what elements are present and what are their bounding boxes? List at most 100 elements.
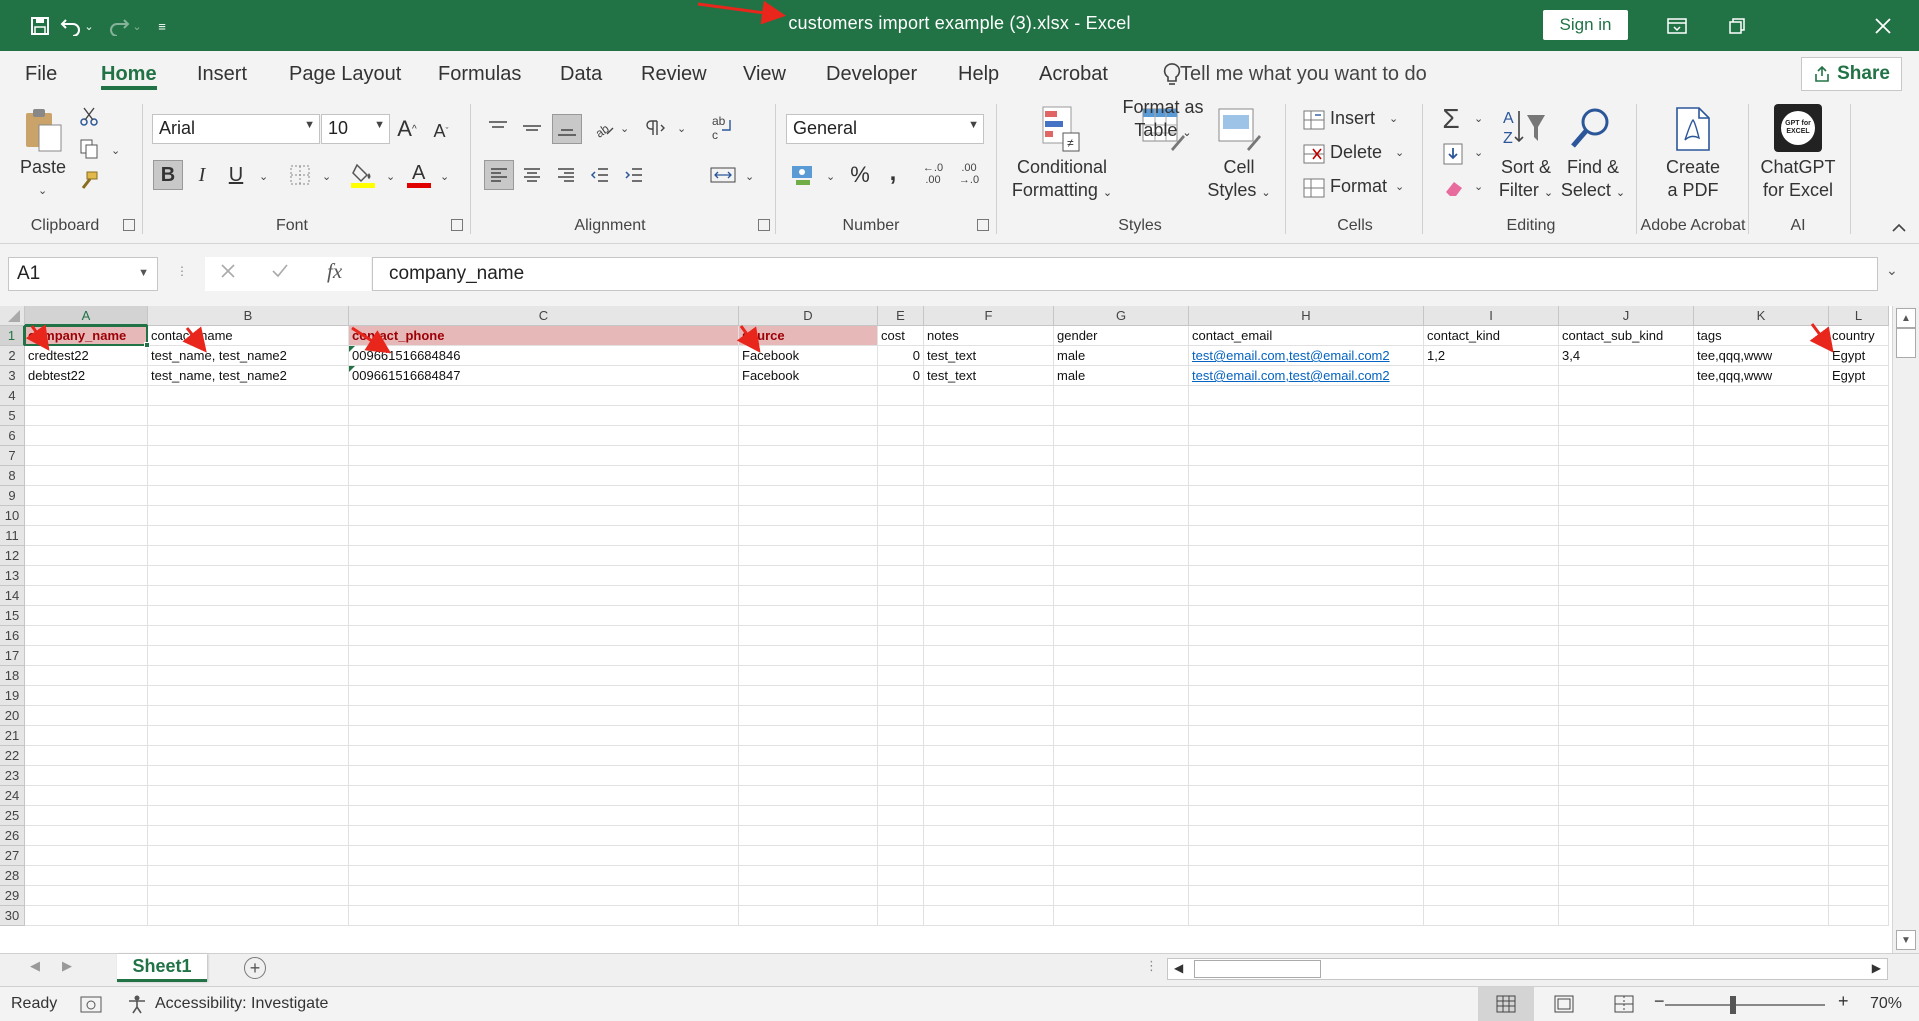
cell-a26[interactable] — [25, 826, 148, 846]
cell-d7[interactable] — [739, 446, 878, 466]
borders-icon[interactable] — [287, 162, 313, 188]
cell-k24[interactable] — [1694, 786, 1829, 806]
cell-j3[interactable] — [1559, 366, 1694, 386]
bold-button[interactable]: B — [153, 160, 183, 190]
cell-b26[interactable] — [148, 826, 349, 846]
cell-j10[interactable] — [1559, 506, 1694, 526]
cell-e18[interactable] — [878, 666, 924, 686]
clear-icon[interactable] — [1440, 174, 1466, 202]
next-sheet-icon[interactable]: ▶ — [62, 958, 72, 974]
cell-e13[interactable] — [878, 566, 924, 586]
cell-h7[interactable] — [1189, 446, 1424, 466]
cell-h13[interactable] — [1189, 566, 1424, 586]
cell-g11[interactable] — [1054, 526, 1189, 546]
conditional-formatting-label[interactable]: Conditional Formatting ⌄ — [1004, 156, 1120, 205]
cell-d11[interactable] — [739, 526, 878, 546]
cell-a23[interactable] — [25, 766, 148, 786]
increase-font-size-icon[interactable]: A ^ — [392, 114, 422, 144]
merge-center-icon[interactable] — [708, 160, 738, 190]
cell-c8[interactable] — [349, 466, 739, 486]
cell-a5[interactable] — [25, 406, 148, 426]
cell-d26[interactable] — [739, 826, 878, 846]
cell-k21[interactable] — [1694, 726, 1829, 746]
cell-l14[interactable] — [1829, 586, 1889, 606]
cell-h25[interactable] — [1189, 806, 1424, 826]
cell-l25[interactable] — [1829, 806, 1889, 826]
cell-f25[interactable] — [924, 806, 1054, 826]
cell-b19[interactable] — [148, 686, 349, 706]
cell-h29[interactable] — [1189, 886, 1424, 906]
tab-view[interactable]: View — [743, 63, 786, 86]
chatgpt-for-excel-label[interactable]: ChatGPT for Excel — [1756, 156, 1840, 202]
cell-i12[interactable] — [1424, 546, 1559, 566]
cell-e20[interactable] — [878, 706, 924, 726]
cell-d8[interactable] — [739, 466, 878, 486]
row-header-30[interactable]: 30 — [0, 906, 25, 926]
cell-d19[interactable] — [739, 686, 878, 706]
cell-e8[interactable] — [878, 466, 924, 486]
cell-f19[interactable] — [924, 686, 1054, 706]
cell-e25[interactable] — [878, 806, 924, 826]
zoom-slider-thumb[interactable] — [1730, 996, 1736, 1014]
page-break-preview-icon[interactable] — [1614, 995, 1634, 1018]
cell-i21[interactable] — [1424, 726, 1559, 746]
name-box[interactable]: A1 ▼ — [8, 257, 158, 291]
cell-a18[interactable] — [25, 666, 148, 686]
cell-l19[interactable] — [1829, 686, 1889, 706]
row-header-25[interactable]: 25 — [0, 806, 25, 826]
cell-k8[interactable] — [1694, 466, 1829, 486]
row-header-14[interactable]: 14 — [0, 586, 25, 606]
cell-l10[interactable] — [1829, 506, 1889, 526]
cell-j23[interactable] — [1559, 766, 1694, 786]
restore-window-icon[interactable] — [1722, 12, 1752, 40]
cell-c27[interactable] — [349, 846, 739, 866]
fill-color-dropdown-icon[interactable]: ⌄ — [386, 170, 395, 183]
tab-insert[interactable]: Insert — [197, 63, 247, 86]
cell-b14[interactable] — [148, 586, 349, 606]
cell-c13[interactable] — [349, 566, 739, 586]
find-select-icon[interactable] — [1568, 104, 1612, 154]
cell-h6[interactable] — [1189, 426, 1424, 446]
fill-dropdown-icon[interactable]: ⌄ — [1474, 146, 1483, 159]
tab-help[interactable]: Help — [958, 63, 999, 86]
cell-j21[interactable] — [1559, 726, 1694, 746]
cell-i23[interactable] — [1424, 766, 1559, 786]
cell-i13[interactable] — [1424, 566, 1559, 586]
cell-k28[interactable] — [1694, 866, 1829, 886]
format-cells-icon[interactable] — [1302, 176, 1326, 200]
cell-i17[interactable] — [1424, 646, 1559, 666]
cell-a24[interactable] — [25, 786, 148, 806]
cell-i22[interactable] — [1424, 746, 1559, 766]
cell-h15[interactable] — [1189, 606, 1424, 626]
cell-l27[interactable] — [1829, 846, 1889, 866]
cell-f24[interactable] — [924, 786, 1054, 806]
insert-cells-label[interactable]: Insert — [1330, 107, 1390, 130]
cell-h11[interactable] — [1189, 526, 1424, 546]
top-align-icon[interactable] — [484, 114, 512, 142]
cell-i19[interactable] — [1424, 686, 1559, 706]
cell-j5[interactable] — [1559, 406, 1694, 426]
cell-c21[interactable] — [349, 726, 739, 746]
cell-h14[interactable] — [1189, 586, 1424, 606]
cell-f13[interactable] — [924, 566, 1054, 586]
cell-a19[interactable] — [25, 686, 148, 706]
cell-g6[interactable] — [1054, 426, 1189, 446]
clipboard-launcher-icon[interactable] — [123, 219, 135, 231]
cell-l26[interactable] — [1829, 826, 1889, 846]
tab-splitter-icon[interactable]: ⋮ — [1145, 958, 1158, 974]
copy-dropdown-icon[interactable]: ⌄ — [111, 144, 120, 157]
cell-d13[interactable] — [739, 566, 878, 586]
cell-g21[interactable] — [1054, 726, 1189, 746]
cell-e29[interactable] — [878, 886, 924, 906]
cell-e27[interactable] — [878, 846, 924, 866]
delete-dropdown-icon[interactable]: ⌄ — [1395, 146, 1404, 159]
cell-g25[interactable] — [1054, 806, 1189, 826]
scroll-left-icon[interactable]: ◀ — [1174, 961, 1183, 975]
cell-h20[interactable] — [1189, 706, 1424, 726]
cell-e7[interactable] — [878, 446, 924, 466]
autosum-dropdown-icon[interactable]: ⌄ — [1474, 112, 1483, 125]
create-pdf-icon[interactable] — [1670, 104, 1716, 154]
copy-icon[interactable] — [78, 138, 100, 160]
cell-b28[interactable] — [148, 866, 349, 886]
cell-e17[interactable] — [878, 646, 924, 666]
